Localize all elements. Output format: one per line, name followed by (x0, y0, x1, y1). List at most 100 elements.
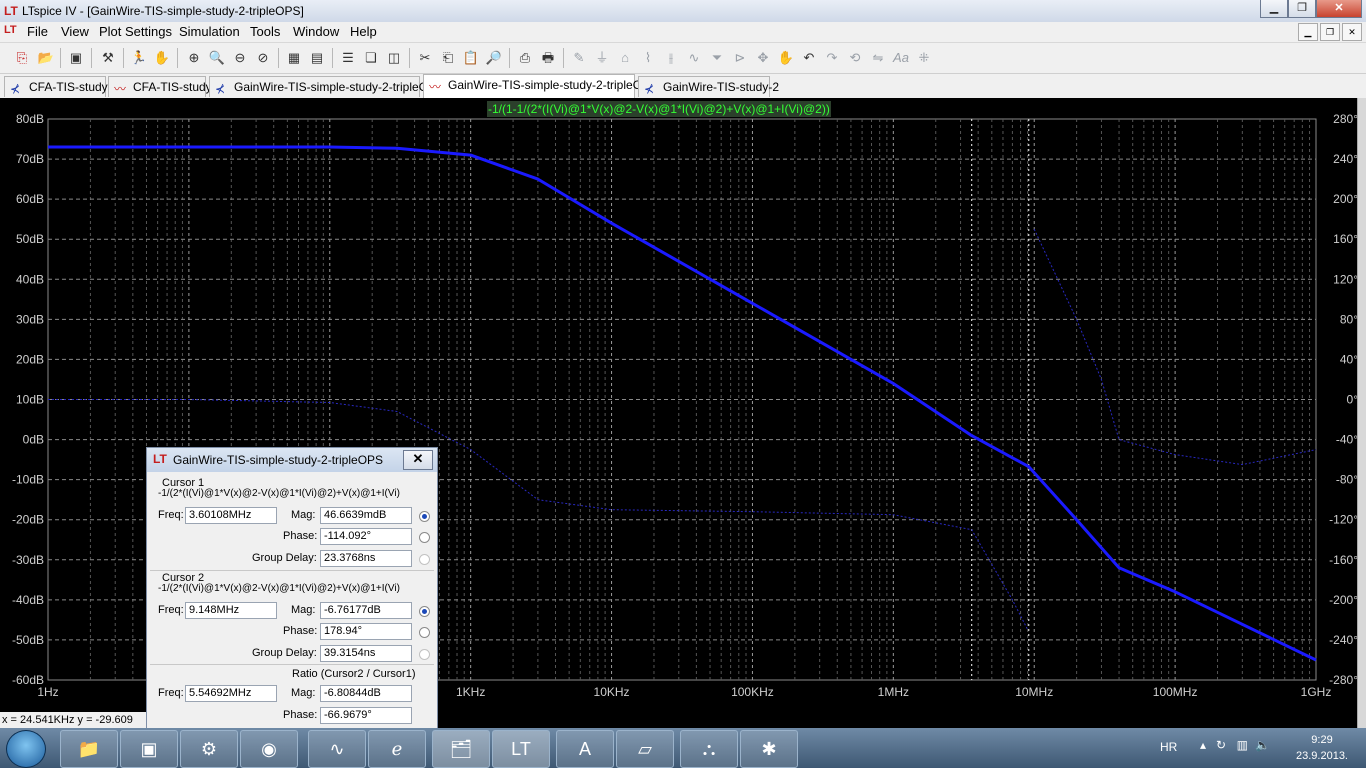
cursor2-freq-field[interactable]: 9.148MHz (185, 602, 277, 619)
tab-cfa-tis-study-schematic[interactable]: ⊀ CFA-TIS-study (4, 76, 108, 97)
internet-explorer-icon[interactable]: ℯ (368, 730, 426, 768)
tile-horizontal-icon[interactable]: ☰ (338, 48, 358, 68)
cursor1-phase-radio[interactable] (419, 532, 430, 543)
move-icon[interactable]: ✥ (753, 48, 773, 68)
maximize-button[interactable]: ❐ (1288, 0, 1316, 18)
cursor1-group-delay-field[interactable]: 23.3768ns (320, 550, 412, 567)
oscilloscope-icon[interactable]: ∿ (308, 730, 366, 768)
y-left-tick-label: 50dB (16, 232, 44, 246)
ratio-freq-field[interactable]: 5.54692MHz (185, 685, 277, 702)
component-icon[interactable]: ⊳ (730, 48, 750, 68)
new-schematic-icon[interactable]: ⎘ (12, 48, 32, 68)
menu-window[interactable]: Window (293, 24, 339, 39)
cursor1-freq-field[interactable]: 3.60108MHz (185, 507, 277, 524)
cursor2-phase-field[interactable]: 178.94° (320, 623, 412, 640)
cursor2-mag-field[interactable]: -6.76177dB (320, 602, 412, 619)
tile-vertical-icon[interactable]: ◫ (384, 48, 404, 68)
explorer-folder-icon[interactable]: 📁 (60, 730, 118, 768)
resistor-icon[interactable]: ⌇ (638, 48, 658, 68)
zoom-out-icon[interactable]: ⊖ (230, 48, 250, 68)
tab-cfa-tis-study-waveform[interactable]: 〰 CFA-TIS-study (108, 76, 212, 97)
child-window-icon[interactable]: LT (4, 24, 17, 36)
menu-view[interactable]: View (61, 24, 89, 39)
joystick-icon[interactable]: ⚙ (180, 730, 238, 768)
language-indicator[interactable]: HR (1160, 740, 1177, 754)
find-icon[interactable]: 🔎 (484, 48, 504, 68)
tab-gainwire-tis-study-2[interactable]: ⊀ GainWire-TIS-study-2 (638, 76, 779, 97)
capacitor-icon[interactable]: ⫲ (661, 48, 681, 68)
network-icon[interactable]: ▥ (1237, 738, 1248, 752)
cursor1-phase-field[interactable]: -114.092° (320, 528, 412, 545)
cursor1-mag-radio[interactable] (419, 511, 430, 522)
menu-tools[interactable]: Tools (250, 24, 280, 39)
print-icon[interactable]: 🖶 (538, 48, 558, 68)
paste-icon[interactable]: 📋 (461, 48, 481, 68)
pdf-reader-icon[interactable]: ⛬ (680, 730, 738, 768)
save-icon[interactable]: ▣ (66, 48, 86, 68)
folder-window-icon[interactable]: 🗂 (432, 730, 490, 768)
cursor2-mag-radio[interactable] (419, 606, 430, 617)
cursor1-mag-field[interactable]: 46.6639mdB (320, 507, 412, 524)
dialog-title-bar[interactable]: LT GainWire-TIS-simple-study-2-tripleOPS (147, 448, 437, 472)
undo-icon[interactable]: ↶ (799, 48, 819, 68)
tab-gainwire-schematic[interactable]: ⊀ GainWire-TIS-simple-study-2-tripleOPS (209, 76, 444, 97)
ltspice-icon[interactable]: LT (492, 730, 550, 768)
print-preview-icon[interactable]: ⎙ (515, 48, 535, 68)
spice-directive-icon[interactable]: ⁜ (914, 48, 934, 68)
mirror-icon[interactable]: ⇋ (868, 48, 888, 68)
volume-icon[interactable]: 🔈 (1255, 738, 1270, 752)
show-hidden-icons-icon[interactable]: ▴ (1200, 738, 1206, 752)
rotate-icon[interactable]: ⟲ (845, 48, 865, 68)
notepad-icon[interactable]: ▱ (616, 730, 674, 768)
zoom-in-icon[interactable]: ⊕ (184, 48, 204, 68)
tab-label: CFA-TIS-study (29, 80, 108, 94)
tab-gainwire-waveform[interactable]: 〰 GainWire-TIS-simple-study-2-tripleOPS (423, 74, 658, 98)
cursor2-group-delay-field[interactable]: 39.3154ns (320, 645, 412, 662)
drag-icon[interactable]: ✋ (776, 48, 796, 68)
cursor2-group-delay-radio[interactable] (419, 649, 430, 660)
fft-icon[interactable]: ▤ (307, 48, 327, 68)
diode-icon[interactable]: ⏷ (707, 48, 727, 68)
system-clock[interactable]: 9:29 23.9.2013. (1296, 732, 1348, 764)
ground-icon[interactable]: ⏚ (592, 48, 612, 68)
sync-icon[interactable]: ↻ (1216, 738, 1226, 752)
redo-icon[interactable]: ↷ (822, 48, 842, 68)
cascade-icon[interactable]: ❏ (361, 48, 381, 68)
menu-file[interactable]: File (27, 24, 48, 39)
bug-icon[interactable]: ✱ (740, 730, 798, 768)
browser-icon[interactable]: ◉ (240, 730, 298, 768)
app-box-icon[interactable]: ▣ (120, 730, 178, 768)
wordpad-icon[interactable]: A (556, 730, 614, 768)
wire-icon[interactable]: ✎ (569, 48, 589, 68)
menu-simulation[interactable]: Simulation (179, 24, 240, 39)
autorange-icon[interactable]: ▦ (284, 48, 304, 68)
status-bar: x = 24.541KHz y = -29.609 (0, 712, 146, 728)
inductor-icon[interactable]: ∿ (684, 48, 704, 68)
ratio-mag-field[interactable]: -6.80844dB (320, 685, 412, 702)
open-icon[interactable]: 📂 (36, 48, 56, 68)
label-icon[interactable]: ⌂ (615, 48, 635, 68)
start-button[interactable] (6, 730, 46, 768)
copy-icon[interactable]: ⎗ (438, 48, 458, 68)
halt-icon[interactable]: ✋ (152, 48, 172, 68)
dialog-close-button[interactable]: ✕ (403, 450, 433, 470)
child-minimize-button[interactable]: ▁ (1298, 23, 1318, 41)
child-restore-button[interactable]: ❐ (1320, 23, 1340, 41)
text-icon[interactable]: Aa (891, 48, 911, 68)
vertical-scrollbar[interactable] (1357, 98, 1366, 728)
minimize-button[interactable]: ▁ (1260, 0, 1288, 18)
control-panel-icon[interactable]: ⚒ (98, 48, 118, 68)
run-icon[interactable]: 🏃 (129, 48, 149, 68)
cut-icon[interactable]: ✂ (415, 48, 435, 68)
zoom-fit-icon[interactable]: 🔍 (207, 48, 227, 68)
child-close-button[interactable]: ✕ (1342, 23, 1362, 41)
child-window-controls: ▁ ❐ ✕ (1298, 23, 1362, 41)
menu-plot-settings[interactable]: Plot Settings (99, 24, 172, 39)
zoom-cancel-icon[interactable]: ⊘ (253, 48, 273, 68)
trace-expression-label[interactable]: -1/(1-1/(2*(I(Vi)@1*V(x)@2-V(x)@1*I(Vi)@… (487, 101, 831, 117)
cursor2-phase-radio[interactable] (419, 627, 430, 638)
menu-help[interactable]: Help (350, 24, 377, 39)
close-button[interactable]: ✕ (1316, 0, 1362, 18)
ratio-phase-field[interactable]: -66.9679° (320, 707, 412, 724)
cursor1-group-delay-radio[interactable] (419, 554, 430, 565)
